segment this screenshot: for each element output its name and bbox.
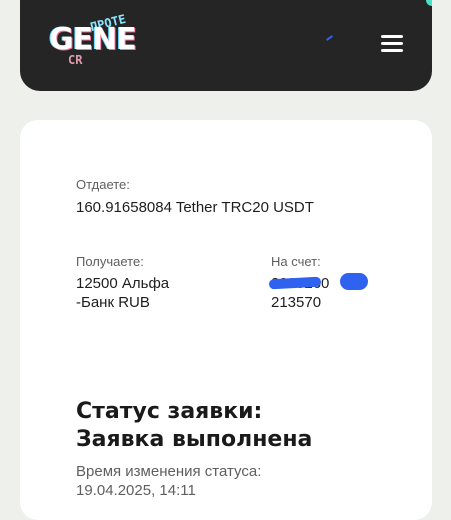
- receive-label: Получаете:: [76, 254, 144, 269]
- status-title: Статус заявки: Заявка выполнена: [76, 398, 312, 454]
- corner-accent-dot: [426, 0, 432, 6]
- logo-text: GENE: [49, 22, 137, 57]
- exchange-order-card: Отдаете: 160.91658084 Tether TRC20 USDT …: [20, 120, 432, 520]
- receive-value-line1: 12500 Альфа: [76, 275, 170, 292]
- stray-mark: [326, 35, 333, 41]
- receive-value: 12500 Альфа -Банк RUB: [76, 274, 169, 312]
- menu-bar-middle: [381, 42, 403, 45]
- status-time-label: Время изменения статуса:: [76, 463, 262, 480]
- status-time-value: 19.04.2025, 14:11: [76, 482, 196, 499]
- account-value-line2: 213570: [271, 294, 322, 311]
- receive-value-line2: -Банк RUB: [76, 294, 150, 311]
- give-label: Отдаете:: [76, 177, 130, 192]
- status-title-line2: Заявка выполнена: [76, 427, 313, 452]
- hamburger-menu-icon[interactable]: [372, 26, 412, 62]
- menu-bar-top: [381, 35, 403, 38]
- menu-bar-bottom: [381, 49, 403, 52]
- logo-overlay-bottom: CR: [68, 53, 83, 67]
- app-header: ПРОТЕ GENE CR: [20, 0, 432, 91]
- give-value: 160.91658084 Tether TRC20 USDT: [76, 199, 314, 216]
- account-label: На счет:: [271, 254, 321, 269]
- account-value-line1: 2200260: [271, 275, 330, 292]
- redaction-scribble: [340, 273, 368, 290]
- account-value: 2200260 213570: [271, 274, 329, 312]
- status-title-line1: Статус заявки:: [76, 399, 263, 424]
- gene-crypto-logo[interactable]: ПРОТЕ GENE CR: [46, 12, 142, 72]
